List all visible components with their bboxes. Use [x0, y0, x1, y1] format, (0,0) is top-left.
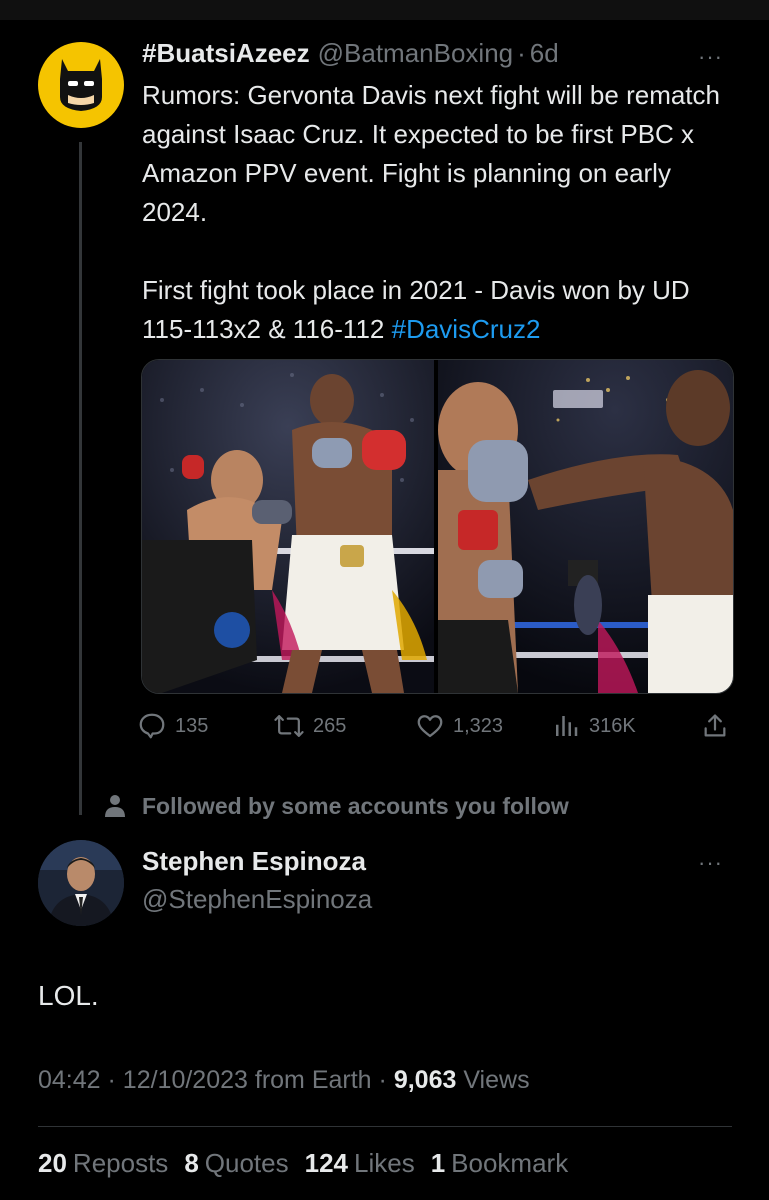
repost-arrows-icon [274, 715, 304, 737]
reply-action[interactable]: 135 [137, 711, 208, 741]
tweet-time[interactable]: 6d [530, 38, 559, 69]
author-display-name[interactable]: Stephen Espinoza [142, 846, 366, 877]
like-count: 1,323 [453, 714, 504, 737]
more-options-icon[interactable]: ··· [698, 850, 723, 876]
quotes-count: 8 [184, 1148, 199, 1178]
bookmarks-count: 1 [430, 1148, 446, 1178]
repost-count: 265 [313, 714, 347, 737]
views-count: 316K [589, 714, 636, 737]
reposts-stat[interactable]: 20 Reposts [38, 1148, 168, 1179]
engagement-stats: 20 Reposts 8 Quotes 124 Likes 1 Bookmark [38, 1148, 584, 1179]
tweet-metadata: 04:42 · 12/10/2023 from Earth · 9,063 Vi… [38, 1066, 530, 1095]
header-separator: · [517, 38, 526, 68]
tweet-display-name[interactable]: #BuatsiAzeez [142, 38, 310, 69]
bar-chart-icon [556, 716, 578, 736]
tweet-media[interactable] [141, 359, 734, 694]
tweet-text: Rumors: Gervonta Davis next fight will b… [142, 76, 732, 349]
bookmarks-label: Bookmark [451, 1148, 569, 1178]
social-context: Followed by some accounts you follow [104, 788, 569, 824]
hashtag-link[interactable]: #DavisCruz2 [392, 314, 541, 344]
like-action[interactable]: 1,323 [415, 711, 503, 741]
thread-connector-line [79, 142, 82, 815]
tweet-time[interactable]: 04:42 [38, 1066, 101, 1094]
heart-icon [417, 715, 443, 738]
tweet-date[interactable]: 12/10/2023 [123, 1066, 248, 1094]
tweet-handle[interactable]: @BatmanBoxing [318, 38, 514, 69]
likes-stat[interactable]: 124 Likes [305, 1148, 415, 1179]
views-action[interactable]: 316K [551, 711, 636, 741]
views-label: Views [463, 1066, 530, 1094]
boxing-photo-left[interactable] [142, 360, 434, 693]
divider [38, 1126, 732, 1127]
more-options-icon[interactable]: ··· [698, 44, 723, 70]
boxing-photo-right[interactable] [438, 360, 733, 693]
meta-separator: · [378, 1066, 387, 1094]
person-icon [105, 795, 125, 817]
batman-mask-icon [60, 59, 102, 111]
reply-count: 135 [175, 714, 209, 737]
share-action[interactable] [701, 712, 737, 740]
tweet-paragraph-2: First fight took place in 2021 - Davis w… [142, 271, 732, 349]
quotes-stat[interactable]: 8 Quotes [184, 1148, 288, 1179]
tweet-paragraph-1: Rumors: Gervonta Davis next fight will b… [142, 80, 720, 227]
meta-separator: · [107, 1066, 116, 1094]
social-context-text: Followed by some accounts you follow [142, 792, 569, 819]
reposts-label: Reposts [72, 1148, 169, 1178]
tweet-actions-bar: 135 265 1,323 316K [137, 706, 737, 746]
author-handle[interactable]: @StephenEspinoza [142, 884, 372, 915]
share-icon [704, 714, 726, 737]
views-total: 9,063 [393, 1066, 457, 1094]
reposts-count: 20 [38, 1148, 67, 1178]
bookmarks-stat[interactable]: 1 Bookmark [431, 1148, 569, 1179]
top-status-strip [0, 0, 769, 20]
quotes-label: Quotes [204, 1148, 289, 1178]
tweet-header: #BuatsiAzeez @BatmanBoxing · 6d [142, 38, 702, 78]
tweet-source: from Earth [254, 1066, 372, 1094]
likes-count: 124 [304, 1148, 348, 1178]
stephen-espinoza-avatar[interactable] [38, 840, 124, 926]
batman-avatar[interactable] [38, 42, 124, 128]
reply-text: LOL. [38, 980, 99, 1011]
likes-label: Likes [354, 1148, 415, 1178]
repost-action[interactable]: 265 [273, 711, 346, 741]
speech-bubble-icon [139, 713, 165, 739]
